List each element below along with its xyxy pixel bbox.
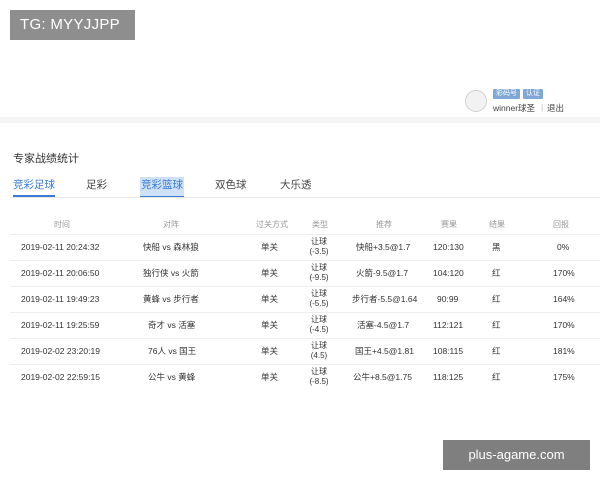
type-label: 让球 xyxy=(311,237,327,246)
cell-type: 让球 (-8.5) xyxy=(306,367,332,387)
tabs-divider xyxy=(10,197,600,198)
cell-pass: 单关 xyxy=(261,320,279,330)
cell-return: 0% xyxy=(557,242,570,252)
cell-match: 黄蜂 vs 步行者 xyxy=(143,294,199,304)
cell-type: 让球 (-5.5) xyxy=(306,289,332,309)
header-time: 时间 xyxy=(54,220,70,229)
cell-score: 108:115 xyxy=(433,346,464,356)
cell-type: 让球 (-4.5) xyxy=(306,315,332,335)
type-line: (-4.5) xyxy=(309,325,329,334)
type-label: 让球 xyxy=(311,315,327,324)
header-type: 类型 xyxy=(312,220,328,229)
type-line: (-8.5) xyxy=(309,377,329,386)
header-match: 对阵 xyxy=(163,220,179,229)
cell-time: 2019-02-11 19:25:59 xyxy=(21,320,100,330)
cell-type: 让球 (-3.5) xyxy=(306,237,332,257)
cell-match: 快船 vs 森林狼 xyxy=(143,242,199,252)
verified-badge: 认证 xyxy=(523,89,543,99)
type-label: 让球 xyxy=(311,367,327,376)
cell-pick: 步行者-5.5@1.64 xyxy=(352,294,418,304)
watermark: plus-agame.com xyxy=(443,440,590,470)
cell-score: 104:120 xyxy=(433,268,464,278)
logout-link[interactable]: 退出 xyxy=(547,102,564,114)
tg-label: TG: MYYJJPP xyxy=(10,10,135,40)
table-row: 2019-02-11 19:25:59 奇才 vs 活塞 单关 让球 (-4.5)… xyxy=(0,313,600,338)
separator: | xyxy=(541,102,544,112)
cell-time: 2019-02-02 23:20:19 xyxy=(21,346,100,356)
cell-result: 红 xyxy=(492,346,501,356)
header-pick: 推荐 xyxy=(376,220,392,229)
table-row: 2019-02-02 22:59:15 公牛 vs 黄蜂 单关 让球 (-8.5)… xyxy=(0,365,600,390)
cell-score: 118:125 xyxy=(433,372,464,382)
cell-pick: 快船+3.5@1.7 xyxy=(356,242,411,252)
cell-score: 90:99 xyxy=(437,294,459,304)
cell-match: 公牛 vs 黄蜂 xyxy=(148,372,196,382)
cell-result: 红 xyxy=(492,320,501,330)
header-result: 结果 xyxy=(489,220,505,229)
user-area: 彩码号 认证 winner球圣 | 退出 xyxy=(465,88,595,118)
cell-return: 175% xyxy=(553,372,575,382)
table-row: 2019-02-11 19:49:23 黄蜂 vs 步行者 单关 让球 (-5.5… xyxy=(0,287,600,312)
cell-time: 2019-02-11 20:06:50 xyxy=(21,268,100,278)
cell-pick: 公牛+8.5@1.75 xyxy=(353,372,412,382)
header-return: 回报 xyxy=(553,220,569,229)
cell-match: 76人 vs 国王 xyxy=(148,346,197,356)
type-line: (-9.5) xyxy=(309,273,329,282)
cell-type: 让球 (4.5) xyxy=(306,341,332,361)
cell-return: 164% xyxy=(553,294,575,304)
cell-pick: 活塞-4.5@1.7 xyxy=(357,320,410,330)
type-line: (-5.5) xyxy=(309,299,329,308)
table-row: 2019-02-02 23:20:19 76人 vs 国王 单关 让球 (4.5)… xyxy=(0,339,600,364)
type-label: 让球 xyxy=(311,263,327,272)
header-pass: 过关方式 xyxy=(256,220,288,229)
avatar[interactable] xyxy=(465,90,487,112)
cell-pass: 单关 xyxy=(261,242,279,252)
type-line: (-3.5) xyxy=(309,247,329,256)
cell-time: 2019-02-02 22:59:15 xyxy=(21,372,100,382)
cell-pick: 国王+4.5@1.81 xyxy=(355,346,414,356)
header-score: 赛果 xyxy=(441,220,457,229)
cell-result: 红 xyxy=(492,294,501,304)
cell-score: 120:130 xyxy=(433,242,464,252)
type-line: (4.5) xyxy=(310,351,328,360)
cell-return: 181% xyxy=(553,346,575,356)
table-row: 2019-02-11 20:06:50 独行侠 vs 火箭 单关 让球 (-9.5… xyxy=(0,261,600,286)
lottery-tabs: 竞彩足球 足彩 竞彩篮球 双色球 大乐透 xyxy=(0,177,600,197)
type-label: 让球 xyxy=(311,341,327,350)
cell-type: 让球 (-9.5) xyxy=(306,263,332,283)
cell-score: 112:121 xyxy=(433,320,464,330)
expert-stats-panel: 专家战绩统计 竞彩足球 足彩 竞彩篮球 双色球 大乐透 时间 对阵 过关方式 类… xyxy=(0,123,600,390)
panel-title: 专家战绩统计 xyxy=(13,153,79,165)
cell-pass: 单关 xyxy=(261,294,279,304)
tab-jingcai-basketball[interactable]: 竞彩篮球 xyxy=(140,177,184,197)
tab-jingcai-football[interactable]: 竞彩足球 xyxy=(13,177,55,197)
cell-pass: 单关 xyxy=(261,268,279,278)
cell-pass: 单关 xyxy=(261,372,279,382)
cell-match: 独行侠 vs 火箭 xyxy=(143,268,199,278)
cell-result: 红 xyxy=(492,268,501,278)
type-label: 让球 xyxy=(311,289,327,298)
table-row: 2019-02-11 20:24:32 快船 vs 森林狼 单关 让球 (-3.5… xyxy=(0,235,600,260)
cell-pick: 火箭-9.5@1.7 xyxy=(356,268,409,278)
cell-time: 2019-02-11 20:24:32 xyxy=(21,242,100,252)
cell-time: 2019-02-11 19:49:23 xyxy=(21,294,100,304)
cell-result: 红 xyxy=(492,372,501,382)
cell-return: 170% xyxy=(553,268,575,278)
tab-shuangseqiu[interactable]: 双色球 xyxy=(215,177,247,197)
cell-pass: 单关 xyxy=(261,346,279,356)
username-link[interactable]: winner球圣 xyxy=(493,102,535,114)
tab-daletou[interactable]: 大乐透 xyxy=(280,177,312,197)
cell-return: 170% xyxy=(553,320,575,330)
caima-badge: 彩码号 xyxy=(493,89,520,99)
cell-result: 黑 xyxy=(492,242,501,252)
cell-match: 奇才 vs 活塞 xyxy=(148,320,196,330)
tab-zucai[interactable]: 足彩 xyxy=(86,177,107,197)
